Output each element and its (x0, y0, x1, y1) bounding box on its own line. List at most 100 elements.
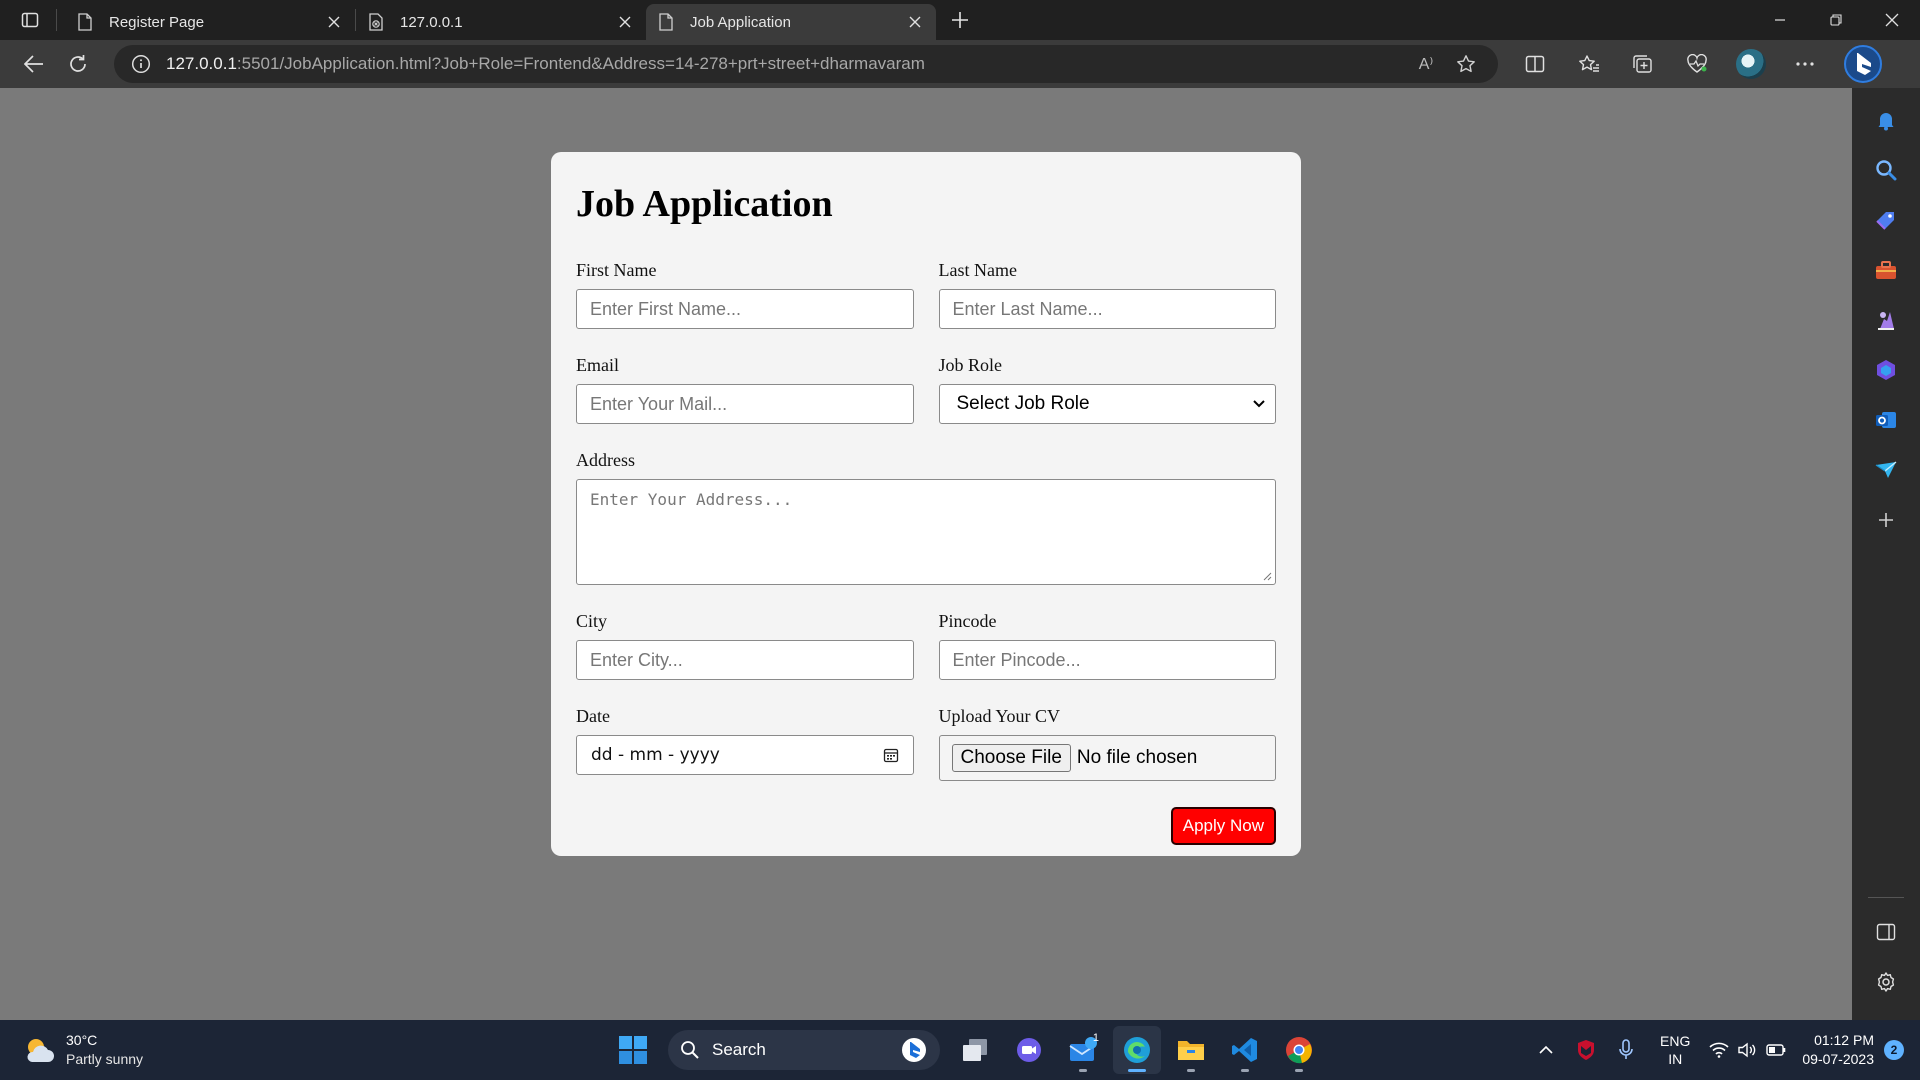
refresh-icon (70, 55, 86, 72)
job-application-card: Job Application First Name Enter First N… (551, 152, 1301, 856)
favorites-button[interactable] (1562, 44, 1616, 84)
last-name-input[interactable]: Enter Last Name... (938, 289, 1276, 329)
mail-badge: 1 (1092, 1032, 1099, 1044)
new-tab-button[interactable] (940, 0, 980, 40)
sidebar-microsoft365-button[interactable] (1866, 350, 1906, 390)
wifi-icon (1709, 1042, 1729, 1058)
file-status: No file chosen (1076, 747, 1198, 768)
restore-button[interactable] (1808, 0, 1864, 40)
copilot-button[interactable] (1840, 41, 1886, 87)
paper-plane-icon (1875, 461, 1897, 478)
language-indicator[interactable]: ENG IN (1660, 1032, 1690, 1068)
tab-register-page[interactable]: Register Page (65, 4, 355, 40)
address-bar[interactable]: 127.0.0.1:5501/JobApplication.html?Job+R… (114, 45, 1498, 83)
city-group: City Enter City... (576, 611, 914, 680)
task-view-button[interactable] (951, 1026, 999, 1074)
chrome-icon (1286, 1037, 1312, 1064)
sidebar-drop-button[interactable] (1866, 450, 1906, 490)
partly-sunny-icon (22, 1032, 58, 1068)
site-info-icon[interactable] (130, 53, 152, 75)
city-label: City (576, 611, 608, 631)
pincode-input[interactable]: Enter Pincode... (938, 640, 1276, 680)
chrome-button[interactable] (1275, 1026, 1323, 1074)
teams-chat-button[interactable] (1005, 1026, 1053, 1074)
email-input[interactable]: Enter Your Mail... (576, 384, 914, 424)
more-icon (1796, 62, 1814, 66)
submit-row: Apply Now (576, 807, 1276, 845)
notification-badge[interactable]: 2 (1884, 1040, 1904, 1060)
sidebar-outlook-button[interactable] (1866, 400, 1906, 440)
tab-job-application[interactable]: Job Application (646, 4, 936, 40)
close-icon[interactable] (906, 13, 924, 31)
city-input[interactable]: Enter City... (576, 640, 914, 680)
date-input[interactable]: dd - mm - yyyy (576, 735, 914, 775)
edge-app-button[interactable] (1113, 1026, 1161, 1074)
cv-file-input[interactable]: Choose File No file chosen (938, 735, 1276, 781)
tab-title: 127.0.0.1 (400, 13, 463, 31)
microphone-tray-button[interactable] (1606, 1030, 1646, 1070)
form-row-contact: Email Enter Your Mail... Job Role Select… (576, 355, 1276, 424)
region-code: IN (1668, 1051, 1683, 1067)
running-indicator (1295, 1069, 1303, 1072)
close-icon[interactable] (616, 13, 634, 31)
games-icon (1878, 312, 1894, 330)
last-name-group: Last Name Enter Last Name... (938, 260, 1276, 329)
page-error-icon (368, 13, 386, 31)
sidebar-settings-button[interactable] (1866, 962, 1906, 1002)
sidebar-notifications-button[interactable] (1866, 100, 1906, 140)
weather-text: 30°C Partly sunny (66, 1031, 143, 1069)
minimize-button[interactable] (1752, 0, 1808, 40)
read-aloud-button[interactable]: A⁾ (1406, 49, 1446, 79)
close-window-button[interactable] (1864, 0, 1920, 40)
resize-handle-icon[interactable] (1262, 571, 1272, 581)
collections-button[interactable] (1616, 44, 1670, 84)
show-hidden-icons-button[interactable] (1526, 1030, 1566, 1070)
start-button[interactable] (609, 1026, 657, 1074)
tab-separator (56, 9, 57, 31)
settings-and-more-button[interactable] (1778, 44, 1832, 84)
window-controls (1752, 0, 1920, 40)
date-value: dd - mm - yyyy (591, 745, 720, 765)
back-arrow-icon (24, 55, 43, 73)
browser-essentials-button[interactable] (1670, 44, 1724, 84)
split-screen-button[interactable] (1508, 44, 1562, 84)
weather-description: Partly sunny (66, 1051, 144, 1067)
vscode-button[interactable] (1221, 1026, 1269, 1074)
tab-actions-button[interactable] (10, 0, 50, 40)
mcafee-tray-button[interactable] (1566, 1030, 1606, 1070)
toolbox-icon (1876, 261, 1896, 279)
sidebar-add-button[interactable] (1866, 500, 1906, 540)
browser-toolbar: 127.0.0.1:5501/JobApplication.html?Job+R… (0, 40, 1920, 88)
taskbar-search[interactable]: Search (668, 1030, 940, 1070)
back-button[interactable] (12, 44, 56, 84)
sidebar-tools-button[interactable] (1866, 250, 1906, 290)
add-favorite-button[interactable] (1446, 49, 1486, 79)
weather-widget[interactable]: 30°C Partly sunny (22, 1031, 262, 1069)
refresh-button[interactable] (56, 44, 100, 84)
choose-file-button[interactable]: Choose File (951, 744, 1071, 772)
sidebar-games-button[interactable] (1866, 300, 1906, 340)
address-textarea[interactable]: Enter Your Address... (576, 479, 1276, 585)
sidebar-shopping-button[interactable] (1866, 200, 1906, 240)
hide-sidebar-button[interactable] (1866, 912, 1906, 952)
file-explorer-button[interactable] (1167, 1026, 1215, 1074)
quick-settings-button[interactable] (1704, 1030, 1790, 1070)
weather-temperature: 30°C (66, 1032, 98, 1048)
job-role-select[interactable]: Select Job Role (938, 384, 1276, 424)
mail-app-button[interactable]: 1 (1059, 1026, 1107, 1074)
apply-now-button[interactable]: Apply Now (1170, 807, 1276, 845)
clock-date: 09-07-2023 (1802, 1051, 1874, 1067)
taskbar-apps: Search 1 (606, 1020, 1326, 1080)
tab-localhost[interactable]: 127.0.0.1 (356, 4, 646, 40)
tab-title: Register Page (109, 13, 205, 31)
windows-taskbar: 30°C Partly sunny Search 1 ENG IN 01:12 … (0, 1020, 1920, 1080)
url-text[interactable]: 127.0.0.1:5501/JobApplication.html?Job+R… (166, 54, 1406, 74)
heart-pulse-icon (1687, 54, 1707, 73)
close-icon[interactable] (325, 13, 343, 31)
calendar-icon[interactable] (883, 747, 899, 763)
profile-button[interactable] (1724, 44, 1778, 84)
first-name-input[interactable]: Enter First Name... (576, 289, 914, 329)
read-aloud-icon: A⁾ (1418, 56, 1434, 73)
sidebar-search-button[interactable] (1866, 150, 1906, 190)
clock[interactable]: 01:12 PM 09-07-2023 (1802, 1031, 1874, 1069)
